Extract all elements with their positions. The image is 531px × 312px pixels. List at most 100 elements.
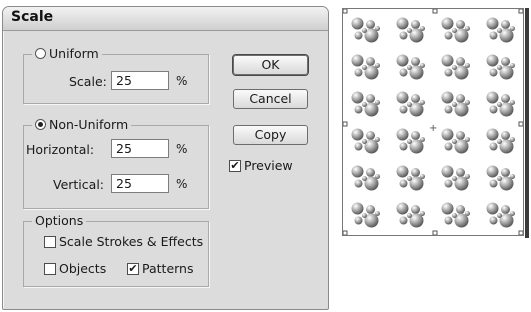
sphere-dot	[396, 54, 409, 67]
center-point-icon: +	[429, 123, 437, 134]
sphere-dot	[362, 176, 367, 181]
sphere-dot	[497, 65, 502, 70]
sphere-dot	[501, 168, 510, 177]
vertical-input[interactable]: 25	[111, 174, 169, 193]
non-uniform-radio[interactable]: Non-Uniform	[32, 117, 132, 132]
options-group: Options Scale Strokes & Effects Objects …	[23, 213, 209, 287]
sphere-dot	[362, 102, 367, 107]
sphere-dot	[375, 100, 380, 105]
sphere-dot	[396, 165, 409, 178]
uniform-radio[interactable]: Uniform	[32, 46, 102, 61]
sphere-dot	[420, 174, 425, 179]
sphere-dot	[501, 131, 510, 140]
sphere-dot	[362, 65, 367, 70]
sphere-dot	[375, 26, 380, 31]
selection-handle[interactable]	[342, 8, 348, 14]
sphere-dot	[407, 65, 412, 70]
cancel-button[interactable]: Cancel	[233, 89, 308, 109]
sphere-dot	[375, 174, 380, 179]
sphere-dot	[489, 31, 498, 40]
selection-handle[interactable]	[518, 230, 524, 236]
sphere-dot	[444, 142, 453, 151]
sphere-dot	[351, 202, 364, 215]
sphere-dot	[366, 57, 375, 66]
sphere-dot	[510, 63, 515, 68]
sphere-dot	[354, 216, 363, 225]
sphere-dot	[351, 128, 364, 141]
non-uniform-radio-button[interactable]	[35, 119, 46, 130]
sphere-dot	[411, 20, 420, 29]
selection-handle[interactable]	[432, 230, 438, 236]
sphere-dot	[444, 105, 453, 114]
sphere-dot	[489, 105, 498, 114]
vertical-label: Vertical:	[53, 177, 105, 192]
non-uniform-group: Non-Uniform Horizontal: 25 % Vertical: 2…	[23, 117, 209, 209]
uniform-radio-button[interactable]	[35, 48, 46, 59]
sphere-dot	[465, 211, 470, 216]
sphere-dot	[441, 17, 454, 30]
scale-dialog: Scale Uniform Scale: 25 % Non-Uniform Ho…	[2, 6, 329, 310]
patterns-checkbox[interactable]: ✔ Patterns	[127, 261, 193, 276]
sphere-dot	[510, 137, 515, 142]
patterns-label: Patterns	[142, 261, 194, 276]
sphere-dot	[407, 102, 412, 107]
selection-handle[interactable]	[432, 8, 438, 14]
sphere-dot	[444, 68, 453, 77]
sphere-dot	[510, 26, 515, 31]
objects-box[interactable]	[44, 262, 56, 275]
sphere-dot	[441, 202, 454, 215]
sphere-dot	[486, 128, 499, 141]
selection-handle[interactable]	[342, 230, 348, 236]
scale-strokes-checkbox[interactable]: Scale Strokes & Effects	[44, 234, 203, 249]
sphere-dot	[486, 91, 499, 104]
preview-checkbox[interactable]: ✔ Preview	[229, 158, 293, 173]
sphere-dot	[486, 54, 499, 67]
sphere-dot	[497, 139, 502, 144]
dialog-titlebar[interactable]: Scale	[3, 7, 328, 31]
sphere-dot	[407, 139, 412, 144]
sphere-dot	[366, 131, 375, 140]
selection-handle[interactable]	[518, 8, 524, 14]
sphere-dot	[351, 91, 364, 104]
sphere-dot	[354, 68, 363, 77]
sphere-dot	[399, 179, 408, 188]
sphere-dot	[501, 205, 510, 214]
copy-button[interactable]: Copy	[233, 125, 308, 145]
patterns-box[interactable]: ✔	[127, 262, 139, 275]
sphere-dot	[396, 17, 409, 30]
sphere-dot	[444, 31, 453, 40]
horizontal-input[interactable]: 25	[111, 139, 169, 158]
sphere-dot	[351, 17, 364, 30]
sphere-dot	[501, 57, 510, 66]
horizontal-unit: %	[176, 142, 188, 156]
sphere-dot	[465, 26, 470, 31]
selection-handle[interactable]	[342, 121, 348, 127]
sphere-dot	[489, 142, 498, 151]
sphere-dot	[362, 139, 367, 144]
sphere-dot	[456, 168, 465, 177]
sphere-dot	[407, 28, 412, 33]
scale-strokes-box[interactable]	[44, 235, 56, 248]
sphere-dot	[420, 137, 425, 142]
scale-input[interactable]: 25	[111, 71, 169, 90]
pattern-graphic: +	[342, 8, 524, 236]
canvas-edge	[525, 8, 529, 238]
sphere-dot	[407, 176, 412, 181]
ok-button[interactable]: OK	[233, 55, 308, 75]
pattern-canvas[interactable]: +	[342, 8, 524, 236]
sphere-dot	[497, 28, 502, 33]
sphere-dot	[411, 94, 420, 103]
sphere-dot	[456, 94, 465, 103]
sphere-dot	[354, 31, 363, 40]
options-legend: Options	[32, 213, 87, 228]
preview-box[interactable]: ✔	[229, 159, 241, 172]
sphere-dot	[456, 20, 465, 29]
selection-handle[interactable]	[518, 121, 524, 127]
sphere-dot	[399, 142, 408, 151]
objects-checkbox[interactable]: Objects	[44, 261, 106, 276]
sphere-dot	[366, 20, 375, 29]
sphere-dot	[399, 31, 408, 40]
sphere-dot	[441, 91, 454, 104]
sphere-dot	[486, 202, 499, 215]
sphere-dot	[362, 28, 367, 33]
